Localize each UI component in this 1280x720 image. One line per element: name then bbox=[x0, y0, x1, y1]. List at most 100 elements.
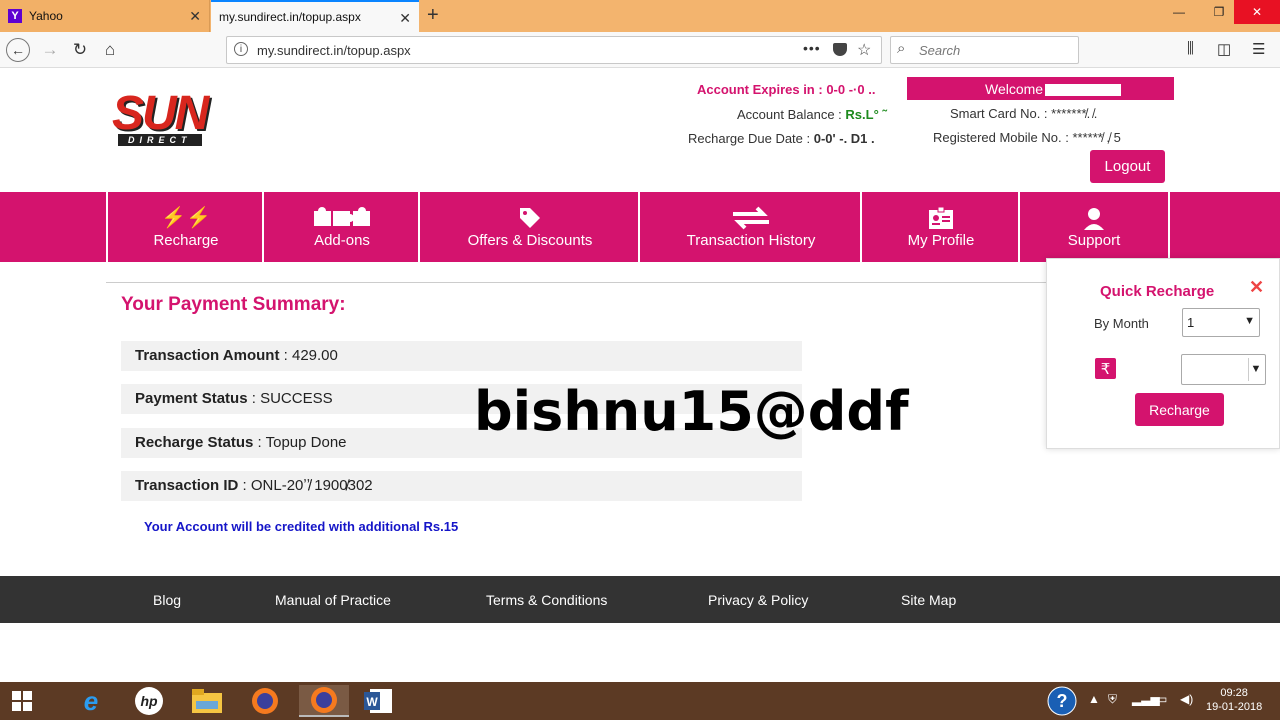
minimize-icon[interactable]: — bbox=[1162, 0, 1196, 24]
sun-direct-logo[interactable]: SUN DIRECT bbox=[112, 90, 242, 150]
footer: Blog Manual of Practice Terms & Conditio… bbox=[0, 576, 1280, 623]
registered-mobile-label: Registered Mobile No. : bbox=[933, 130, 1069, 145]
nav-label: Add-ons bbox=[314, 231, 370, 249]
back-icon[interactable]: ← bbox=[6, 38, 30, 62]
row-label: Recharge Status bbox=[135, 434, 254, 451]
tab-yahoo[interactable]: Y Yahoo ✕ bbox=[0, 0, 210, 32]
logo-direct-text: DIRECT bbox=[118, 134, 202, 146]
footer-link-blog[interactable]: Blog bbox=[153, 592, 181, 608]
account-balance: Account Balance : Rs.L° ˜ bbox=[737, 107, 887, 122]
word-icon[interactable]: W bbox=[359, 685, 399, 717]
tab-title: my.sundirect.in/topup.aspx bbox=[219, 10, 361, 24]
browser-nav-bar: ← → ↻ ⌂ i my.sundirect.in/topup.aspx •••… bbox=[0, 32, 1280, 68]
taskbar-clock[interactable]: 09:28 19-01-2018 bbox=[1206, 686, 1262, 714]
close-tab-icon[interactable]: ✕ bbox=[399, 10, 411, 27]
clock-date: 19-01-2018 bbox=[1206, 701, 1263, 713]
nav-my-profile[interactable]: My Profile bbox=[860, 192, 1020, 262]
firefox-active-icon[interactable] bbox=[299, 685, 349, 717]
library-icon[interactable]: ⫼ bbox=[1187, 40, 1194, 57]
home-icon[interactable]: ⌂ bbox=[98, 38, 122, 62]
page-actions-icon[interactable]: ••• bbox=[803, 40, 821, 56]
close-tab-icon[interactable]: ✕ bbox=[189, 8, 201, 25]
nav-transaction-history[interactable]: Transaction History bbox=[638, 192, 862, 262]
smart-card: Smart Card No. : *******̸. ̸. bbox=[950, 106, 1097, 121]
puzzle-icon bbox=[312, 206, 372, 232]
row-value: ONL-20ʼʼ̸̸ 1900̸302 bbox=[250, 477, 373, 494]
summary-row-transaction-id: Transaction ID : ONL-20ʼʼ̸̸ 1900̸302 bbox=[121, 471, 802, 501]
address-url: my.sundirect.in/topup.aspx bbox=[257, 43, 411, 58]
yahoo-favicon-icon: Y bbox=[8, 9, 22, 23]
tag-icon bbox=[518, 206, 542, 232]
page-title: Your Payment Summary: bbox=[121, 294, 346, 315]
nav-addons[interactable]: Add-ons bbox=[262, 192, 420, 262]
row-separator: : bbox=[238, 477, 251, 494]
account-balance-value: Rs.L° ˜ bbox=[845, 107, 887, 122]
recharge-due-date: Recharge Due Date : 0-0' -. D1 . bbox=[688, 131, 875, 146]
forward-icon[interactable]: → bbox=[38, 38, 62, 62]
firefox-icon[interactable] bbox=[245, 685, 285, 717]
pocket-icon[interactable] bbox=[833, 43, 847, 56]
show-hidden-icons-icon[interactable]: ▲ bbox=[1088, 692, 1100, 706]
help-icon[interactable]: ? bbox=[1042, 685, 1082, 717]
windows-taskbar: e hp W ? ▲ ⛨ ▂▃▅ ▭ ◀) 09:28 19-01-2018 bbox=[0, 682, 1280, 720]
summary-row-amount: Transaction Amount : 429.00 bbox=[121, 341, 802, 371]
credited-note: Your Account will be credited with addit… bbox=[144, 519, 459, 534]
site-info-icon[interactable]: i bbox=[234, 42, 248, 56]
recharge-button[interactable]: Recharge bbox=[1135, 393, 1224, 426]
windows-start-icon[interactable] bbox=[2, 685, 42, 717]
reload-icon[interactable]: ↻ bbox=[68, 38, 92, 62]
account-expires-value: 0-0 -·0 .. bbox=[826, 82, 876, 97]
tab-sundirect[interactable]: my.sundirect.in/topup.aspx ✕ bbox=[211, 0, 419, 32]
rupee-icon: ₹ bbox=[1095, 358, 1116, 379]
id-card-icon bbox=[928, 206, 954, 232]
footer-link-sitemap[interactable]: Site Map bbox=[901, 592, 956, 608]
sidebar-icon[interactable]: ◫ bbox=[1217, 40, 1231, 58]
svg-text:?: ? bbox=[1057, 691, 1068, 711]
nav-label: Transaction History bbox=[686, 231, 816, 249]
redacted-name bbox=[1045, 84, 1122, 97]
chevron-down-icon: ▼ bbox=[1248, 358, 1263, 381]
browser-tab-bar: Y Yahoo ✕ my.sundirect.in/topup.aspx ✕ +… bbox=[0, 0, 1280, 32]
nav-recharge[interactable]: ⚡⚡ Recharge bbox=[106, 192, 264, 262]
registered-mobile-value: ******̸ ,̸ 5 bbox=[1072, 130, 1121, 145]
search-input[interactable]: ⌕ Search bbox=[890, 36, 1079, 64]
footer-link-manual[interactable]: Manual of Practice bbox=[275, 592, 391, 608]
internet-explorer-icon[interactable]: e bbox=[71, 685, 111, 717]
row-value: Topup Done bbox=[265, 434, 347, 451]
account-expires-label: Account Expires in : bbox=[697, 82, 823, 97]
registered-mobile: Registered Mobile No. : ******̸ ,̸ 5 bbox=[933, 130, 1121, 145]
volume-icon[interactable]: ◀) bbox=[1180, 692, 1193, 706]
hp-icon[interactable]: hp bbox=[129, 685, 169, 717]
logout-button[interactable]: Logout bbox=[1090, 150, 1165, 183]
row-separator: : bbox=[247, 390, 261, 407]
divider bbox=[106, 282, 1046, 283]
amount-select[interactable]: ▼ bbox=[1181, 354, 1266, 385]
by-month-label: By Month bbox=[1094, 316, 1149, 331]
window-close-icon[interactable]: ✕ bbox=[1234, 0, 1280, 24]
battery-icon[interactable]: ▭ bbox=[1156, 692, 1167, 706]
recharge-due-value: 0-0' -. D1 . bbox=[813, 131, 875, 146]
close-icon[interactable]: ✕ bbox=[1249, 277, 1264, 298]
file-explorer-icon[interactable] bbox=[187, 685, 227, 717]
nav-label: Support bbox=[1067, 231, 1121, 249]
footer-link-terms[interactable]: Terms & Conditions bbox=[486, 592, 607, 608]
menu-icon[interactable]: ☰ bbox=[1252, 40, 1265, 58]
month-select-value: 1 bbox=[1187, 315, 1195, 330]
main-nav: ⚡⚡ Recharge Add-ons Offers & Discounts T… bbox=[0, 192, 1280, 262]
lightning-icon: ⚡⚡ bbox=[161, 206, 211, 229]
address-bar[interactable]: i my.sundirect.in/topup.aspx ••• ☆ bbox=[226, 36, 882, 64]
nav-support[interactable]: Support bbox=[1018, 192, 1170, 262]
svg-text:hp: hp bbox=[140, 693, 158, 709]
restore-icon[interactable]: ❐ bbox=[1202, 0, 1236, 24]
nav-label: My Profile bbox=[907, 231, 975, 249]
month-select[interactable]: 1 ▼ bbox=[1182, 308, 1260, 337]
bookmark-star-icon[interactable]: ☆ bbox=[857, 40, 871, 60]
new-tab-icon[interactable]: + bbox=[427, 4, 439, 27]
search-placeholder: Search bbox=[919, 43, 961, 58]
row-label: Transaction Amount bbox=[135, 347, 280, 364]
row-label: Payment Status bbox=[135, 390, 248, 407]
quick-recharge-title: Quick Recharge bbox=[1100, 283, 1215, 300]
footer-link-privacy[interactable]: Privacy & Policy bbox=[708, 592, 808, 608]
antivirus-icon[interactable]: ⛨ bbox=[1108, 692, 1117, 707]
nav-offers[interactable]: Offers & Discounts bbox=[418, 192, 640, 262]
